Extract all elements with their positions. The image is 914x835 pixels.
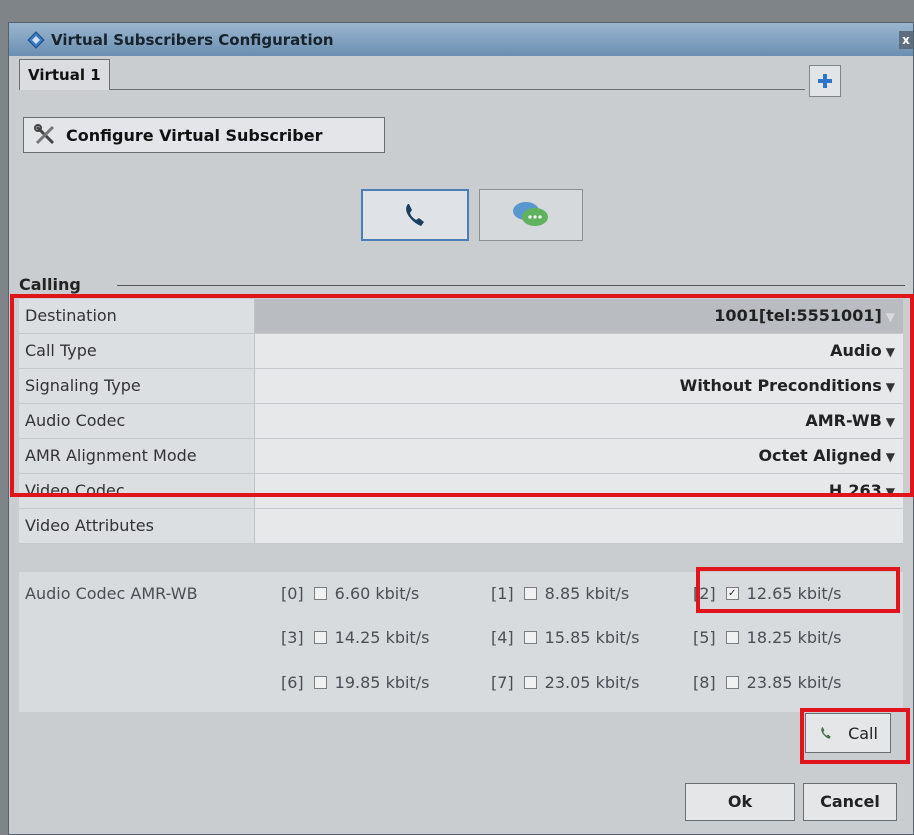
- rate-index: [3]: [281, 628, 304, 647]
- rate-value: 8.85 kbit/s: [544, 584, 630, 603]
- rate-value: 12.65 kbit/s: [746, 584, 842, 603]
- calling-properties-grid: Destination 1001[tel:5551001] ▼ Call Type…: [19, 299, 903, 544]
- tab-strip: Virtual 1: [19, 57, 805, 90]
- rate-value: 23.85 kbit/s: [746, 673, 842, 692]
- signaling-type-value: Without Preconditions: [679, 376, 882, 395]
- rate-checkbox[interactable]: [523, 676, 537, 689]
- virtual-subscribers-dialog: Virtual Subscribers Configuration x Virt…: [8, 22, 914, 835]
- amr-alignment-select[interactable]: Octet Aligned ▼: [255, 439, 903, 473]
- rate-index: [1]: [491, 584, 514, 603]
- call-type-select[interactable]: Audio ▼: [255, 334, 903, 368]
- phone-icon: [821, 727, 831, 739]
- rate-option-7[interactable]: [7] 23.05 kbit/s: [491, 673, 639, 692]
- rate-checkbox[interactable]: ✓: [725, 587, 739, 600]
- signaling-type-label: Signaling Type: [19, 369, 255, 403]
- rate-value: 14.25 kbit/s: [334, 628, 430, 647]
- rate-option-3[interactable]: [3] 14.25 kbit/s: [281, 628, 429, 647]
- add-tab-button[interactable]: [809, 65, 841, 97]
- dropdown-arrow-icon: ▼: [885, 310, 895, 324]
- voice-call-mode-button[interactable]: [361, 189, 469, 241]
- call-type-row: Call Type Audio ▼: [19, 334, 903, 369]
- signaling-type-row: Signaling Type Without Preconditions ▼: [19, 369, 903, 404]
- video-codec-label: Video Codec: [19, 474, 255, 508]
- rate-checkbox[interactable]: [523, 587, 537, 600]
- title-bar[interactable]: Virtual Subscribers Configuration x: [9, 23, 913, 56]
- rate-checkbox[interactable]: [313, 676, 327, 689]
- rate-option-6[interactable]: [6] 19.85 kbit/s: [281, 673, 429, 692]
- dropdown-arrow-icon: ▼: [885, 345, 895, 359]
- video-attributes-row: Video Attributes: [19, 509, 903, 544]
- window-title: Virtual Subscribers Configuration: [51, 30, 334, 49]
- plus-icon: [818, 74, 832, 88]
- app-icon: [27, 30, 45, 49]
- call-button-label: Call: [848, 723, 878, 743]
- video-codec-value: H.263: [828, 481, 882, 500]
- rate-option-4[interactable]: [4] 15.85 kbit/s: [491, 628, 639, 647]
- rate-index: [5]: [693, 628, 716, 647]
- ok-button[interactable]: Ok: [685, 783, 795, 821]
- amr-alignment-label: AMR Alignment Mode: [19, 439, 255, 473]
- rate-checkbox[interactable]: [725, 676, 739, 689]
- tab-virtual-1[interactable]: Virtual 1: [19, 59, 110, 90]
- amr-alignment-value: Octet Aligned: [758, 446, 882, 465]
- call-type-label: Call Type: [19, 334, 255, 368]
- video-attributes-field[interactable]: [255, 509, 903, 543]
- dropdown-arrow-icon: ▼: [885, 485, 895, 499]
- destination-select[interactable]: 1001[tel:5551001] ▼: [255, 299, 903, 333]
- audio-codec-label: Audio Codec: [19, 404, 255, 438]
- dropdown-arrow-icon: ▼: [885, 415, 895, 429]
- audio-codec-value: AMR-WB: [805, 411, 882, 430]
- signaling-type-select[interactable]: Without Preconditions ▼: [255, 369, 903, 403]
- destination-value: 1001[tel:5551001]: [714, 306, 882, 325]
- rate-checkbox[interactable]: [725, 631, 739, 644]
- rate-option-8[interactable]: [8] 23.85 kbit/s: [693, 673, 841, 692]
- video-codec-select[interactable]: H.263 ▼: [255, 474, 903, 508]
- destination-label: Destination: [19, 299, 255, 333]
- audio-codec-row: Audio Codec AMR-WB ▼: [19, 404, 903, 439]
- rate-index: [2]: [693, 584, 716, 603]
- section-divider: [117, 285, 905, 286]
- rate-index: [4]: [491, 628, 514, 647]
- video-codec-row: Video Codec H.263 ▼: [19, 474, 903, 509]
- rate-checkbox[interactable]: [313, 631, 327, 644]
- rate-option-5[interactable]: [5] 18.25 kbit/s: [693, 628, 841, 647]
- phone-icon: [406, 204, 424, 226]
- amr-wb-rates-label: Audio Codec AMR-WB: [25, 584, 198, 603]
- action-area: [19, 712, 903, 762]
- chat-bubbles-icon: [513, 202, 548, 226]
- audio-codec-select[interactable]: AMR-WB ▼: [255, 404, 903, 438]
- rate-index: [7]: [491, 673, 514, 692]
- rate-index: [8]: [693, 673, 716, 692]
- rate-value: 19.85 kbit/s: [334, 673, 430, 692]
- messaging-mode-button[interactable]: [479, 189, 583, 241]
- rate-value: 18.25 kbit/s: [746, 628, 842, 647]
- rate-checkbox[interactable]: [523, 631, 537, 644]
- call-button[interactable]: Call: [805, 713, 891, 753]
- rate-option-2[interactable]: [2] ✓ 12.65 kbit/s: [693, 584, 841, 603]
- amr-alignment-row: AMR Alignment Mode Octet Aligned ▼: [19, 439, 903, 474]
- video-attributes-label: Video Attributes: [19, 509, 255, 543]
- rate-option-1[interactable]: [1] 8.85 kbit/s: [491, 584, 629, 603]
- call-type-value: Audio: [830, 341, 882, 360]
- amr-wb-rates-panel: Audio Codec AMR-WB [0] 6.60 kbit/s [1] 8.8…: [19, 572, 903, 712]
- configure-virtual-subscriber-button[interactable]: Configure Virtual Subscriber: [23, 117, 385, 153]
- rate-value: 6.60 kbit/s: [334, 584, 420, 603]
- calling-section-title: Calling: [19, 275, 87, 294]
- destination-row: Destination 1001[tel:5551001] ▼: [19, 299, 903, 334]
- cancel-button[interactable]: Cancel: [803, 783, 897, 821]
- tools-icon: [34, 124, 55, 145]
- rate-index: [0]: [281, 584, 304, 603]
- configure-button-label: Configure Virtual Subscriber: [66, 125, 323, 145]
- dropdown-arrow-icon: ▼: [885, 380, 895, 394]
- rate-value: 23.05 kbit/s: [544, 673, 640, 692]
- dropdown-arrow-icon: ▼: [885, 450, 895, 464]
- rate-option-0[interactable]: [0] 6.60 kbit/s: [281, 584, 419, 603]
- close-button[interactable]: x: [899, 31, 913, 49]
- rate-value: 15.85 kbit/s: [544, 628, 640, 647]
- rate-checkbox[interactable]: [313, 587, 327, 600]
- rate-index: [6]: [281, 673, 304, 692]
